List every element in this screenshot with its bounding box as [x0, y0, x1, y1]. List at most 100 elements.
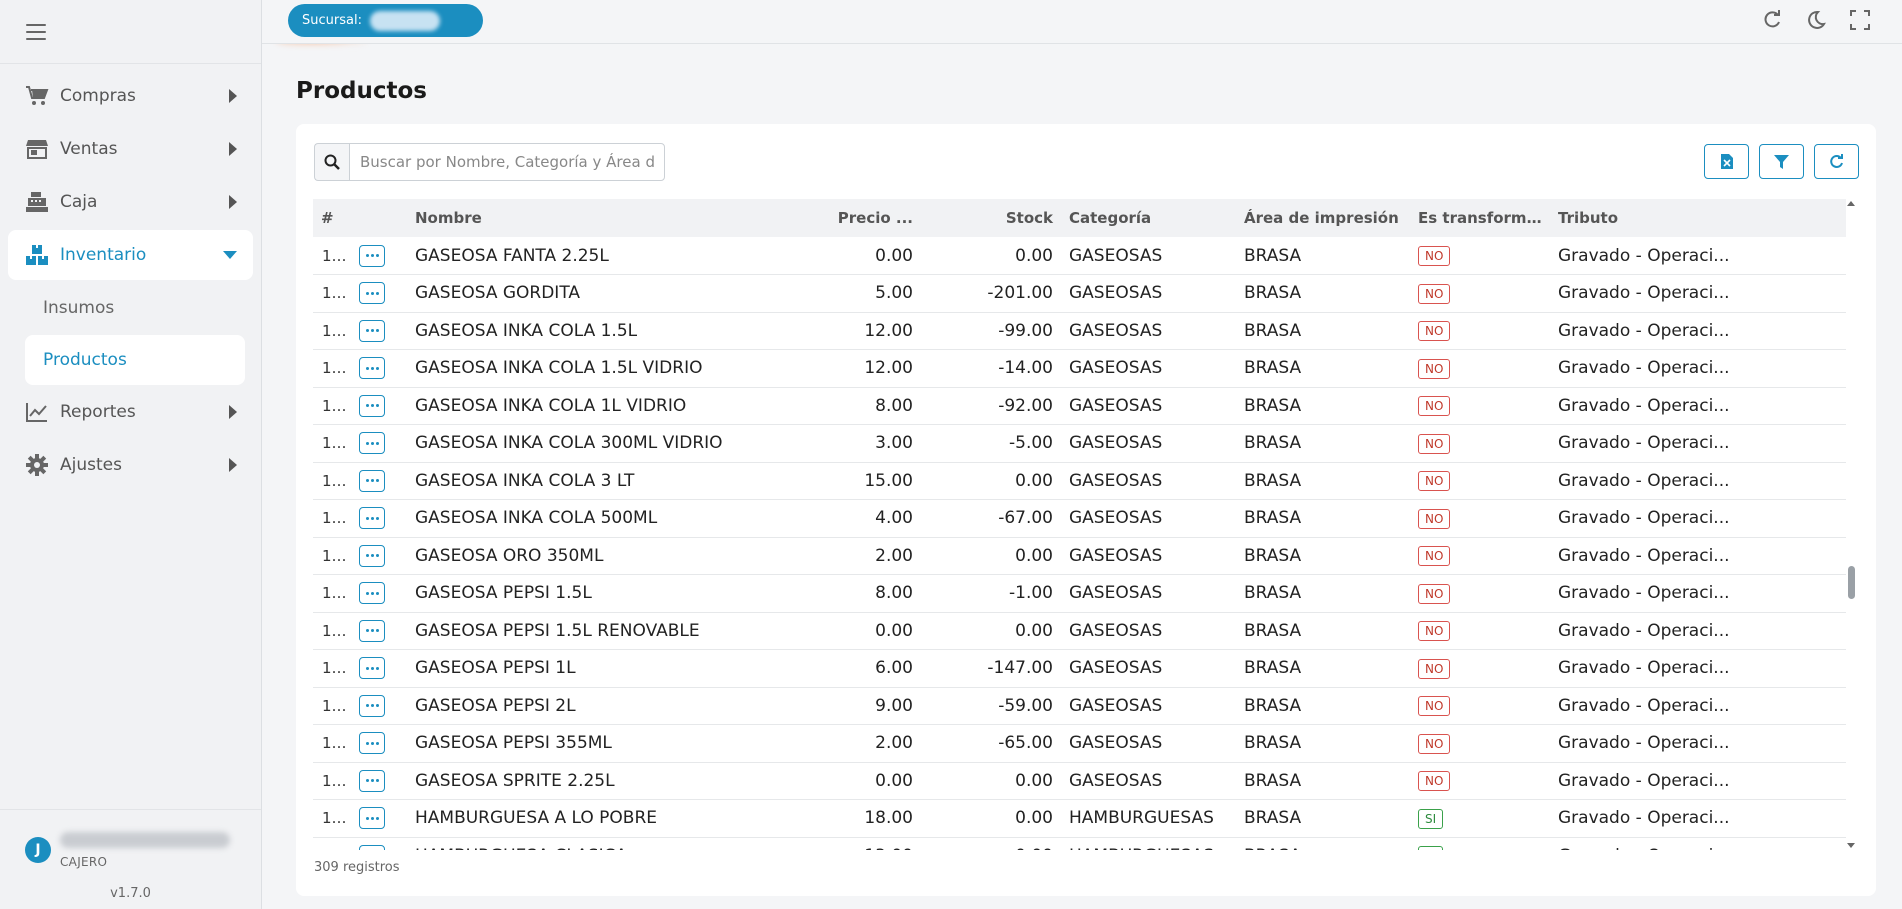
menu-toggle-icon[interactable]: [26, 23, 46, 40]
row-options-button[interactable]: [359, 807, 385, 830]
row-index: 189: [322, 696, 351, 715]
col-header-transform[interactable]: Es transform...: [1410, 199, 1550, 237]
table-row[interactable]: 181 GASEOSA INKA COLA 1L VIDRIO 8.00 -92.00…: [313, 387, 1846, 425]
status-badge: NO: [1418, 583, 1451, 604]
product-stock: -65.00: [998, 733, 1053, 754]
branch-selector[interactable]: Sucursal:: [288, 4, 483, 37]
sidebar-nav: Compras Ventas Caja Inventario Insumos P…: [0, 71, 261, 490]
status-badge: SI: [1418, 846, 1444, 850]
row-options-button[interactable]: [359, 432, 385, 455]
row-options-button[interactable]: [359, 769, 385, 792]
table-row[interactable]: 185 GASEOSA ORO 350ML 2.00 0.00 GASEOSAS BRAS…: [313, 537, 1846, 575]
filter-button[interactable]: [1759, 144, 1804, 179]
table-row[interactable]: 183 GASEOSA INKA COLA 3 LT 15.00 0.00 GASEOS…: [313, 462, 1846, 500]
row-options-button[interactable]: [359, 357, 385, 380]
product-price: 13.00: [759, 837, 921, 850]
table-row[interactable]: 190 GASEOSA PEPSI 355ML 2.00 -65.00 GASEOSAS…: [313, 725, 1846, 762]
sidebar-item-inventario[interactable]: Inventario: [8, 230, 253, 280]
row-options-button[interactable]: [359, 469, 385, 492]
search-icon[interactable]: [314, 143, 349, 181]
avatar[interactable]: J: [25, 837, 51, 863]
products-table: # Nombre Precio ... Stock Categoría Área…: [313, 199, 1846, 850]
sidebar-subitem-insumos[interactable]: Insumos: [25, 283, 245, 333]
row-options-button[interactable]: [359, 619, 385, 642]
status-badge: SI: [1418, 808, 1444, 829]
table-row[interactable]: 178 GASEOSA GORDITA 5.00 -201.00 GASEOSAS BRA…: [313, 275, 1846, 312]
table-row[interactable]: 187 GASEOSA PEPSI 1.5L RENOVABLE 0.00 0.00 G…: [313, 612, 1846, 650]
scroll-down-icon[interactable]: [1847, 843, 1855, 848]
caret-right-icon: [229, 458, 237, 472]
scroll-up-icon[interactable]: [1847, 201, 1855, 206]
sidebar: Compras Ventas Caja Inventario Insumos P…: [0, 0, 372, 909]
row-options-button[interactable]: [359, 582, 385, 605]
row-options-button[interactable]: [359, 732, 385, 755]
scrollbar-thumb[interactable]: [1848, 566, 1855, 599]
row-options-button[interactable]: [359, 657, 385, 680]
status-badge: NO: [1418, 733, 1451, 754]
app-version: v1.7.0: [110, 886, 151, 901]
table-row[interactable]: 182 GASEOSA INKA COLA 300ML VIDRIO 3.00 -5.…: [313, 425, 1846, 463]
table-scrollbar[interactable]: [1846, 199, 1857, 850]
status-badge: NO: [1418, 621, 1451, 642]
table-row[interactable]: 180 GASEOSA INKA COLA 1.5L VIDRIO 12.00 -14…: [313, 350, 1846, 387]
row-options-button[interactable]: [359, 544, 385, 567]
row-options-button[interactable]: [359, 244, 385, 267]
table-row[interactable]: 179 GASEOSA INKA COLA 1.5L 12.00 -99.00 GASE…: [313, 312, 1846, 350]
sidebar-item-ajustes[interactable]: Ajustes: [8, 440, 253, 490]
topbar: Sucursal:: [262, 0, 1902, 44]
col-header-index[interactable]: #: [313, 199, 351, 237]
export-excel-button[interactable]: [1704, 144, 1749, 179]
sidebar-subitem-productos[interactable]: Productos: [25, 335, 245, 385]
table-row[interactable]: 189 GASEOSA PEPSI 2L 9.00 -59.00 GASEOSAS BRA…: [313, 687, 1846, 725]
table-row[interactable]: 191 GASEOSA SPRITE 2.25L 0.00 0.00 GASEOSAS B…: [313, 762, 1846, 800]
status-badge: NO: [1418, 546, 1451, 567]
product-stock: -1.00: [1009, 583, 1053, 604]
col-header-stock[interactable]: Stock: [921, 199, 1061, 237]
sidebar-item-label: Reportes: [60, 402, 136, 422]
product-print-area: BRASA: [1244, 358, 1302, 379]
table-row[interactable]: 192 HAMBURGUESA A LO POBRE 18.00 0.00 HAMBUR…: [313, 800, 1846, 838]
product-transform-cell: NO: [1410, 387, 1550, 425]
row-options-button[interactable]: [359, 694, 385, 717]
search-input[interactable]: [349, 143, 665, 181]
table-row[interactable]: 186 GASEOSA PEPSI 1.5L 8.00 -1.00 GASEOSAS BR…: [313, 575, 1846, 612]
col-header-precio[interactable]: Precio ...: [759, 199, 921, 237]
product-price: 18.00: [864, 808, 913, 829]
product-name: GASEOSA INKA COLA 1L VIDRIO: [415, 395, 687, 416]
row-options-button[interactable]: [359, 282, 385, 305]
user-name-redacted: [60, 832, 230, 848]
row-options-button[interactable]: [359, 844, 385, 850]
product-tributo: Gravado - Operaci...: [1558, 433, 1730, 454]
col-header-area[interactable]: Área de impresión: [1236, 199, 1410, 237]
product-price: 0.00: [875, 620, 913, 641]
table-row[interactable]: 184 GASEOSA INKA COLA 500ML 4.00 -67.00 GASE…: [313, 500, 1846, 537]
col-header-nombre[interactable]: Nombre: [407, 199, 759, 237]
row-options-button[interactable]: [359, 507, 385, 530]
table-row[interactable]: 193 HAMBURGUESA CLASICA13.000.00HAMBURGUE…: [313, 837, 1846, 850]
product-price: 0.00: [875, 245, 913, 266]
col-header-tributo[interactable]: Tributo: [1550, 199, 1846, 237]
row-actions-cell: [351, 425, 407, 463]
row-options-button[interactable]: [359, 394, 385, 417]
refresh-icon[interactable]: [1760, 8, 1784, 32]
row-actions-cell: [351, 800, 407, 838]
sidebar-item-reportes[interactable]: Reportes: [8, 387, 253, 437]
product-name: GASEOSA INKA COLA 1.5L: [415, 320, 638, 341]
product-tributo: Gravado - Operaci...: [1558, 808, 1730, 829]
moon-icon[interactable]: [1804, 8, 1828, 32]
row-actions-cell: [351, 762, 407, 800]
fullscreen-icon[interactable]: [1848, 8, 1872, 32]
reload-button[interactable]: [1814, 144, 1859, 179]
product-name: GASEOSA PEPSI 1.5L: [415, 583, 592, 604]
table-row[interactable]: 177 GASEOSA FANTA 2.25L 0.00 0.00 GASEOSAS BR…: [313, 237, 1846, 275]
sidebar-item-ventas[interactable]: Ventas: [8, 124, 253, 174]
col-header-categoria[interactable]: Categoría: [1061, 199, 1236, 237]
product-price: 12.00: [864, 358, 913, 379]
product-category: GASEOSAS: [1069, 283, 1163, 304]
sidebar-item-caja[interactable]: Caja: [8, 177, 253, 227]
sidebar-item-compras[interactable]: Compras: [8, 71, 253, 121]
table-row[interactable]: 188 GASEOSA PEPSI 1L 6.00 -147.00 GASEOSAS BR…: [313, 650, 1846, 687]
row-options-button[interactable]: [359, 319, 385, 342]
product-name: GASEOSA INKA COLA 3 LT: [415, 470, 635, 491]
product-price: 6.00: [875, 658, 913, 679]
